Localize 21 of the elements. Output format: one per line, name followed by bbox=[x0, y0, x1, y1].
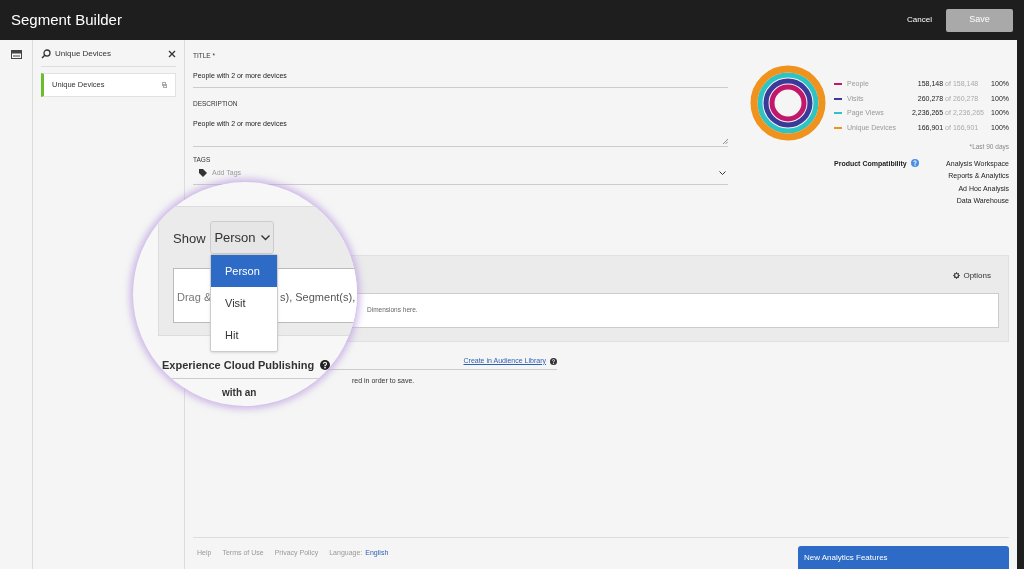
show-label: Show bbox=[173, 230, 206, 248]
chevron-icon bbox=[719, 170, 726, 176]
window-title: Segment Builder bbox=[11, 9, 122, 30]
search-icon bbox=[41, 49, 51, 59]
tag-icon bbox=[199, 169, 207, 177]
help-icon[interactable] bbox=[320, 360, 331, 371]
gear-icon bbox=[953, 272, 961, 280]
cancel-button[interactable]: Cancel bbox=[905, 14, 934, 26]
panel-icon[interactable] bbox=[10, 50, 22, 59]
search-field[interactable]: Unique Devices bbox=[55, 48, 164, 60]
help-icon[interactable] bbox=[550, 357, 557, 365]
resize-icon[interactable] bbox=[723, 139, 728, 144]
options-button[interactable]: Options bbox=[963, 269, 991, 282]
drop-hint: s), Segment(s), bbox=[280, 290, 356, 305]
close-icon[interactable] bbox=[168, 50, 176, 58]
show-dropdown[interactable]: Person bbox=[210, 221, 274, 254]
section-heading: Experience Cloud Publishing bbox=[162, 358, 315, 373]
chevron-icon bbox=[260, 234, 270, 241]
dropdown-option[interactable]: Person bbox=[211, 255, 277, 287]
features-panel[interactable]: New Analytics Features bbox=[798, 546, 1009, 569]
cut-off-text: with an bbox=[222, 386, 257, 400]
